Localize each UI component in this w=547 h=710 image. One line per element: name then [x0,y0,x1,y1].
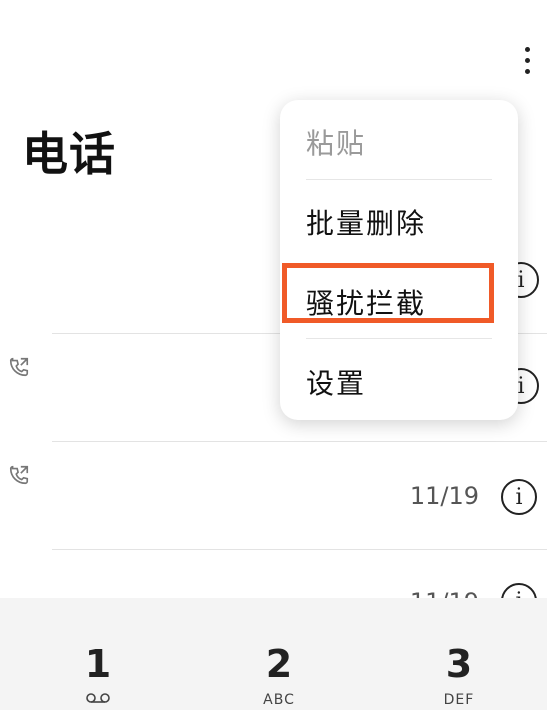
highlight-box [282,263,494,323]
menu-divider [306,338,492,339]
dial-letters: ABC [263,692,295,708]
menu-item-batch-delete[interactable]: 批量删除 [306,202,426,242]
dial-key-1[interactable]: 1 [38,598,158,710]
info-icon[interactable]: i [501,479,537,515]
row-divider [52,549,547,550]
dial-digit: 3 [445,642,473,686]
page-title: 电话 [22,127,116,181]
outgoing-call-icon [9,465,29,485]
dial-key-2[interactable]: 2 ABC [219,598,339,710]
menu-item-paste[interactable]: 粘贴 [306,122,366,162]
dial-digit: 1 [84,642,112,686]
voicemail-icon [38,692,158,708]
dial-letters: DEF [443,692,475,708]
more-vertical-icon [524,46,530,52]
dial-key-3[interactable]: 3 DEF [399,598,519,710]
call-date: 11/19 [409,482,479,510]
outgoing-call-icon [9,357,29,377]
dial-digit: 2 [265,642,293,686]
row-divider [52,441,547,442]
dialpad: 1 2 ABC 3 DEF [0,598,547,710]
menu-divider [306,179,492,180]
menu-item-settings[interactable]: 设置 [306,362,366,402]
overflow-menu: 粘贴 批量删除 骚扰拦截 设置 [280,100,518,420]
more-options-button[interactable] [512,40,542,80]
